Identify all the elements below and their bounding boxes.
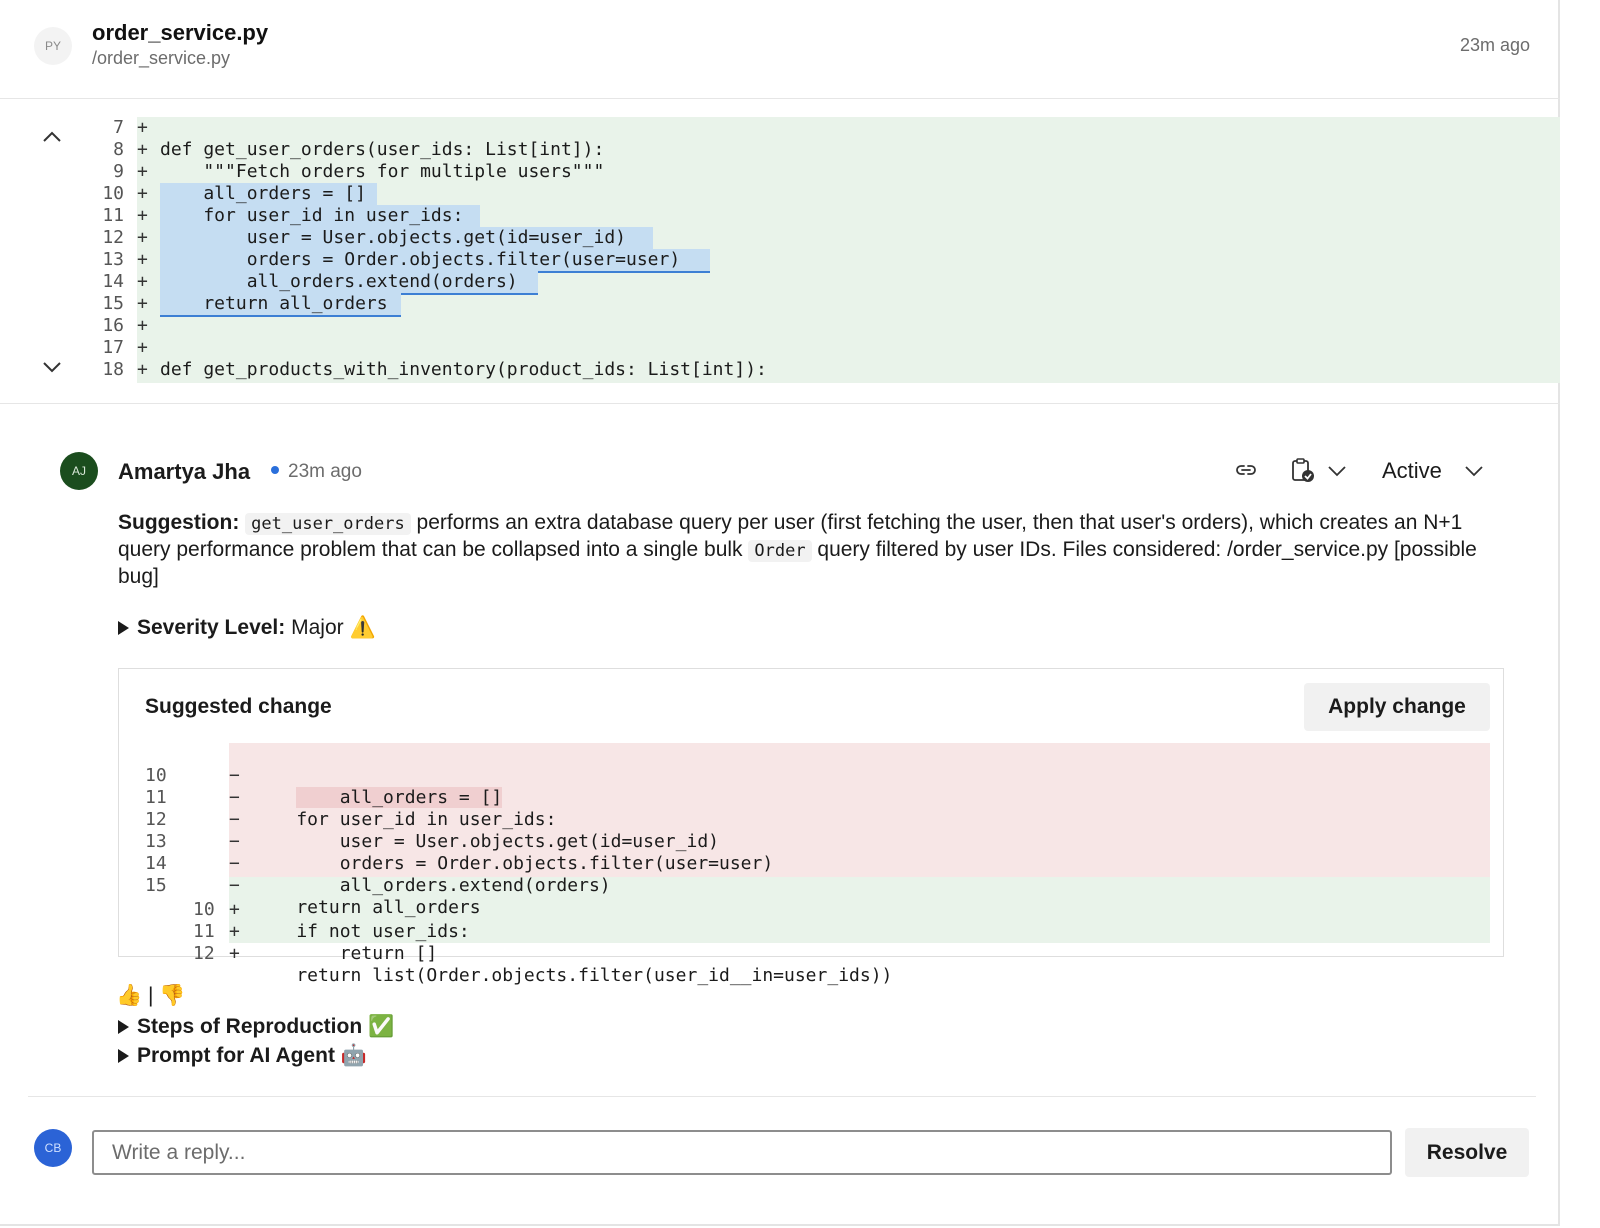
- unread-dot: [271, 466, 279, 474]
- status-dropdown[interactable]: Active: [1382, 458, 1442, 484]
- chevron-down-icon[interactable]: [40, 355, 64, 379]
- header-timestamp: 23m ago: [1459, 35, 1530, 55]
- current-user-avatar: CB: [34, 1129, 72, 1167]
- suggested-change-box: Suggested change Apply change 10− all_or…: [118, 668, 1504, 986]
- chevron-up-icon[interactable]: [40, 125, 64, 149]
- apply-change-button[interactable]: Apply change: [1304, 683, 1490, 731]
- diff-line-added: 11 + return []: [193, 921, 438, 964]
- steps-disclosure[interactable]: Steps of Reproduction ✅: [118, 1015, 394, 1039]
- comment-timestamp: 23m ago: [288, 461, 362, 482]
- reply-input[interactable]: [92, 1130, 1392, 1175]
- suggested-change-title: Suggested change: [145, 695, 332, 718]
- comment-author[interactable]: Amartya Jha: [118, 459, 250, 485]
- diff-line-removed: 10− all_orders = []: [145, 765, 503, 808]
- diff-line-removed: 13− orders = Order.objects.filter(user=u…: [145, 831, 774, 874]
- file-type-icon: PY: [34, 27, 72, 65]
- severity-disclosure[interactable]: Severity Level: Major ⚠️: [118, 616, 376, 640]
- chevron-down-icon[interactable]: [1326, 460, 1348, 482]
- prompt-disclosure[interactable]: Prompt for AI Agent 🤖: [118, 1044, 367, 1068]
- steps-label: Steps of Reproduction ✅: [137, 1015, 395, 1038]
- divider: [0, 403, 1560, 404]
- diff-line-added: 10 + if not user_ids:: [193, 899, 470, 942]
- clipboard-check-icon[interactable]: [1288, 456, 1316, 484]
- divider: [28, 1096, 1536, 1097]
- diff-line-removed: 14− all_orders.extend(orders): [145, 853, 611, 896]
- comment-body: Suggestion: get_user_orders performs an …: [118, 510, 1518, 590]
- file-path: /order_service.py: [92, 48, 231, 68]
- file-name[interactable]: order_service.py: [92, 20, 268, 46]
- inline-code: get_user_orders: [245, 513, 411, 535]
- disclosure-triangle-icon: [118, 621, 129, 635]
- severity-label: Severity Level:: [137, 616, 286, 639]
- review-thread: PY order_service.py /order_service.py 23…: [0, 0, 1560, 1226]
- diff-line-removed: 15− return all_orders: [145, 875, 481, 918]
- feedback-reactions[interactable]: 👍 | 👎: [116, 984, 185, 1008]
- status-chevron-icon[interactable]: [1463, 460, 1485, 482]
- suggestion-label: Suggestion:: [118, 511, 240, 534]
- file-header: PY order_service.py /order_service.py 23…: [0, 0, 1560, 99]
- avatar[interactable]: AJ: [60, 452, 98, 490]
- disclosure-triangle-icon: [118, 1049, 129, 1063]
- disclosure-triangle-icon: [118, 1020, 129, 1034]
- diff-line-added: 12 + return list(Order.objects.filter(use…: [193, 943, 893, 986]
- resolve-button[interactable]: Resolve: [1405, 1128, 1529, 1177]
- diff-line-removed: 11− for user_id in user_ids:: [145, 787, 557, 830]
- diff-line-removed: 12− user = User.objects.get(id=user_id): [145, 809, 719, 852]
- code-context: 7 + 8 + def get_user_orders(user_ids: List[…: [0, 117, 1560, 383]
- inline-code: Order: [748, 540, 812, 562]
- severity-value: Major ⚠️: [285, 616, 376, 639]
- prompt-label: Prompt for AI Agent 🤖: [137, 1044, 367, 1067]
- link-icon[interactable]: [1233, 457, 1259, 483]
